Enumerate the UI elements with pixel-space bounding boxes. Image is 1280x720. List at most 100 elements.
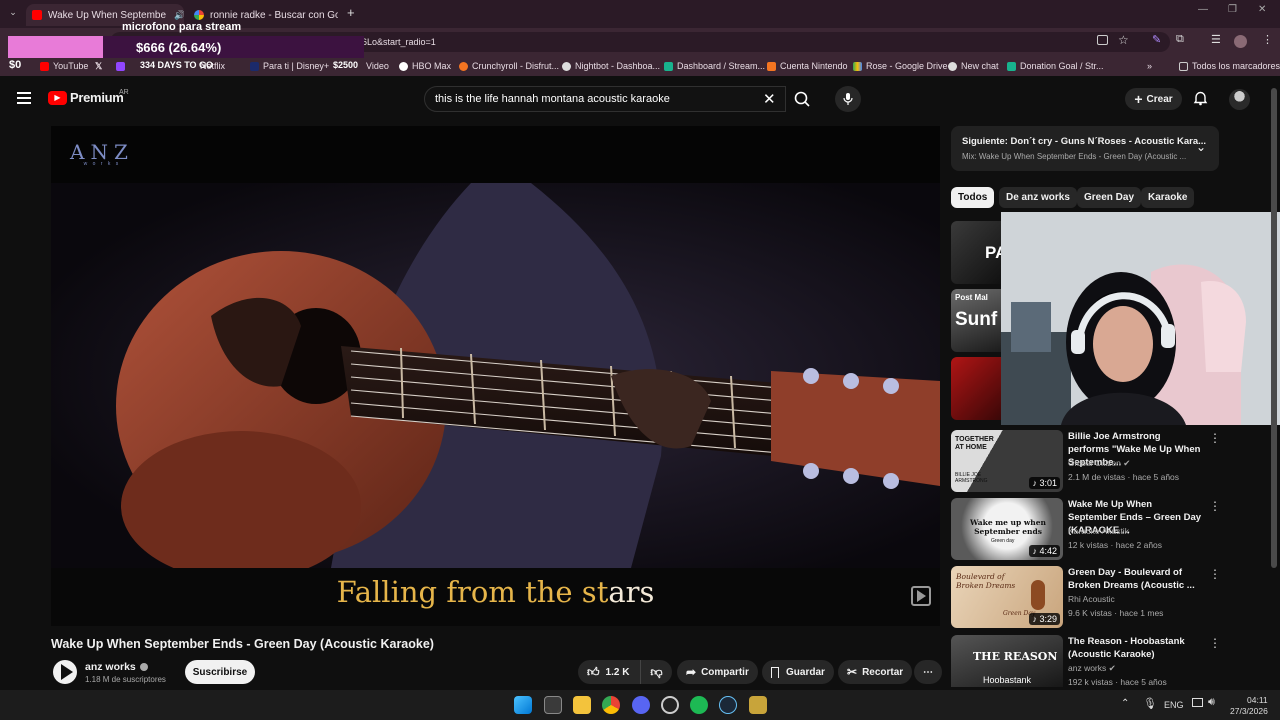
- bookmark-label: Video: [366, 61, 389, 71]
- recommended-thumbnail-partial[interactable]: [951, 357, 1001, 420]
- dislike-button[interactable]: 👎︎: [640, 660, 672, 684]
- bookmark-crunchyroll[interactable]: Crunchyroll - Disfrut...: [459, 59, 559, 73]
- recommended-thumbnail-partial[interactable]: PA: [951, 221, 1001, 284]
- new-tab-plus-icon[interactable]: +: [347, 5, 355, 20]
- hamburger-menu-icon[interactable]: [17, 92, 31, 104]
- bookmarks-overflow-icon[interactable]: »: [1147, 59, 1152, 73]
- expand-chevron-icon[interactable]: ⌄: [1196, 140, 1206, 154]
- create-button[interactable]: + Crear: [1125, 88, 1182, 110]
- clock-time[interactable]: 04:11: [1247, 695, 1268, 705]
- tray-overflow-icon[interactable]: ⌃: [1121, 698, 1129, 709]
- more-options-icon[interactable]: ⋮: [1209, 500, 1221, 514]
- extensions-puzzle-icon[interactable]: ⧉: [1176, 33, 1184, 46]
- more-actions-button[interactable]: ⋯: [914, 660, 942, 684]
- search-button[interactable]: [786, 86, 818, 112]
- account-avatar[interactable]: [1229, 89, 1250, 110]
- recommended-video[interactable]: Boulevard of Broken Dreams Green Day ♪ 3…: [951, 566, 1221, 628]
- channel-name[interactable]: anz works: [85, 661, 148, 673]
- window-restore-icon[interactable]: ❐: [1228, 4, 1237, 15]
- install-app-icon[interactable]: [1097, 35, 1108, 45]
- obs-icon[interactable]: [661, 696, 679, 714]
- recommended-video[interactable]: THE REASON Hoobastank The Reason - Hooba…: [951, 635, 1221, 687]
- recommended-video[interactable]: TOGETHER AT HOME BILLIE JOE ARMSTRONG ♪ …: [951, 430, 1221, 492]
- tray-volume-icon[interactable]: 🔊︎: [1208, 696, 1215, 709]
- share-button[interactable]: ➦ Compartir: [677, 660, 758, 684]
- chip-all[interactable]: Todos: [951, 187, 995, 208]
- bookmark-x[interactable]: 𝕏: [95, 59, 102, 73]
- twitch-icon: [116, 61, 125, 71]
- scrollbar-thumb[interactable]: [1271, 88, 1277, 568]
- video-duration: ♪ 4:42: [1029, 545, 1060, 557]
- bookmark-hbo[interactable]: HBO Max: [399, 59, 451, 73]
- subscriber-count: 1.18 M de suscriptores: [85, 675, 166, 684]
- next-video-play-icon[interactable]: [911, 586, 931, 606]
- video-player[interactable]: ANZ w o r k s Falling from the stars: [51, 126, 940, 626]
- voice-search-button[interactable]: [835, 86, 861, 112]
- window-close-icon[interactable]: ✕: [1258, 4, 1266, 15]
- channel-watermark: ANZ w o r k s: [70, 140, 134, 167]
- task-view-icon[interactable]: [544, 696, 562, 714]
- tray-microphone-icon[interactable]: 🎙︎: [1143, 697, 1157, 710]
- profile-avatar-icon[interactable]: [1234, 35, 1247, 48]
- subscribe-button[interactable]: Suscribirse: [185, 660, 255, 684]
- bookmark-nightbot[interactable]: Nightbot - Dashboa...: [562, 59, 660, 73]
- channel-avatar[interactable]: [53, 660, 77, 684]
- bookmark-disney[interactable]: Para ti | Disney+: [250, 59, 329, 73]
- plus-icon: +: [1134, 91, 1143, 107]
- tab-list-chevron-icon[interactable]: ⌄: [6, 7, 20, 21]
- chip-karaoke[interactable]: Karaoke: [1141, 187, 1195, 208]
- thumbnail-text: Boulevard of Broken Dreams: [956, 572, 1016, 590]
- notifications-bell-icon[interactable]: [1193, 90, 1208, 111]
- like-button[interactable]: 👍︎ 1.2 K: [578, 660, 640, 684]
- bookmark-streamelements[interactable]: Dashboard / Stream...: [664, 59, 765, 73]
- goal-start-amount: $0: [9, 59, 22, 71]
- spotify-icon[interactable]: [690, 696, 708, 714]
- bookmark-donation-goal[interactable]: Donation Goal / Str...: [1007, 59, 1104, 73]
- browser-menu-icon[interactable]: ⋮: [1262, 33, 1273, 46]
- clip-button[interactable]: ✂ Recortar: [838, 660, 913, 684]
- recommended-thumbnail-partial[interactable]: Post Mal Sunf: [951, 289, 1001, 352]
- app-icon[interactable]: [749, 696, 767, 714]
- window-minimize-icon[interactable]: —: [1198, 4, 1208, 15]
- chip-from-channel[interactable]: De anz works: [999, 187, 1077, 208]
- verified-check-icon: ✔: [1123, 458, 1131, 468]
- pen-extension-icon[interactable]: ✎: [1152, 33, 1161, 46]
- reading-list-icon[interactable]: ☰: [1211, 33, 1221, 46]
- save-button[interactable]: Guardar: [762, 660, 834, 684]
- bookmark-prime-video[interactable]: Video: [366, 59, 389, 73]
- streamelements-icon: [1007, 61, 1016, 71]
- page-scrollbar[interactable]: [1271, 80, 1277, 685]
- bookmark-label: Cuenta Nintendo: [780, 61, 848, 71]
- bookmark-google-drive[interactable]: Rose - Google Drive: [853, 59, 948, 73]
- more-options-icon[interactable]: ⋮: [1209, 432, 1221, 446]
- youtube-icon: [40, 61, 49, 71]
- clock-date[interactable]: 27/3/2026: [1230, 706, 1268, 716]
- bookmark-all-folder[interactable]: Todos los marcadores: [1179, 59, 1280, 73]
- video-meta: 12 k vistas · hace 2 años: [1068, 540, 1163, 550]
- video-frame: [51, 183, 940, 626]
- recommended-video[interactable]: Wake me up when September ends Green day…: [951, 498, 1221, 560]
- up-next-panel[interactable]: Siguiente: Don´t cry - Guns N´Roses - Ac…: [951, 126, 1219, 171]
- file-explorer-icon[interactable]: [573, 696, 591, 714]
- chip-label: Karaoke: [1148, 192, 1188, 203]
- language-indicator[interactable]: ENG: [1164, 700, 1184, 710]
- goal-title: microfono para stream: [122, 21, 242, 33]
- steam-icon[interactable]: [719, 696, 737, 714]
- thumbnail-text: Sunf: [955, 309, 998, 330]
- windows-start-icon[interactable]: [514, 696, 532, 714]
- chrome-icon[interactable]: [602, 696, 620, 714]
- youtube-premium-logo[interactable]: ▶ Premium: [48, 90, 124, 105]
- discord-icon[interactable]: [632, 696, 650, 714]
- bookmark-youtube[interactable]: YouTube: [40, 59, 88, 73]
- bookmark-nintendo[interactable]: Cuenta Nintendo: [767, 59, 848, 73]
- bookmark-twitch[interactable]: [116, 59, 129, 73]
- chip-green-day[interactable]: Green Day: [1077, 187, 1142, 208]
- clear-search-icon[interactable]: ✕: [763, 90, 776, 108]
- more-options-icon[interactable]: ⋮: [1209, 637, 1221, 651]
- bookmark-star-icon[interactable]: ☆: [1118, 33, 1129, 47]
- search-input[interactable]: this is the life hannah montana acoustic…: [424, 86, 786, 112]
- duration-text: 3:01: [1039, 478, 1057, 488]
- bookmark-new-chat[interactable]: New chat: [948, 59, 999, 73]
- tray-display-icon[interactable]: [1192, 698, 1203, 707]
- more-options-icon[interactable]: ⋮: [1209, 568, 1221, 582]
